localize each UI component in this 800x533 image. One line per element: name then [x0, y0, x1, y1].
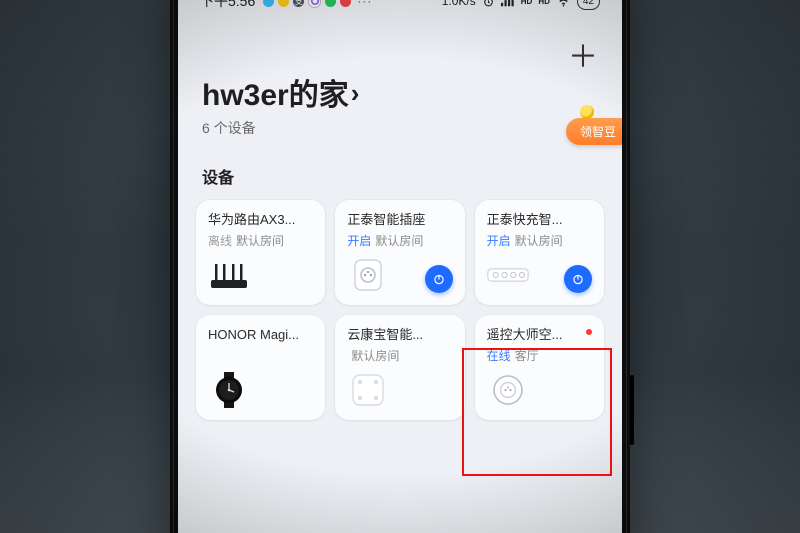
- phone-screen: 下午5:56 支 ··· 1.0K/s: [178, 0, 622, 533]
- status-tray: 支 ···: [263, 0, 372, 8]
- device-status: 默认房间: [347, 347, 452, 364]
- device-grid: 华为路由AX3...离线默认房间正泰智能插座开启默认房间正泰快充智...开启默认…: [178, 200, 622, 420]
- home-switcher[interactable]: hw3er的家 ›: [202, 79, 598, 112]
- net-rate: 1.0K/s: [442, 0, 476, 8]
- device-card[interactable]: 云康宝智能... 默认房间: [335, 315, 464, 420]
- device-status: 开启默认房间: [487, 232, 592, 249]
- chevron-right-icon: ›: [351, 79, 360, 108]
- device-name: 正泰快充智...: [487, 212, 592, 229]
- device-card[interactable]: 正泰快充智... 开启默认房间: [475, 200, 604, 305]
- device-room: 默认房间: [375, 234, 423, 248]
- device-icon-row: [208, 355, 313, 408]
- device-card[interactable]: 正泰智能插座开启默认房间: [335, 200, 464, 305]
- watch-icon: [208, 372, 250, 408]
- tray-icon: [340, 0, 351, 7]
- promo-pill[interactable]: 领智豆: [566, 118, 622, 145]
- alarm-icon: [482, 0, 495, 8]
- device-name: HONOR Magi...: [208, 327, 313, 344]
- strip-icon: [487, 257, 529, 293]
- battery-indicator: 42: [577, 0, 600, 10]
- device-icon-row: [487, 257, 592, 293]
- signal-icon: [501, 0, 515, 7]
- device-icon-row: [347, 257, 452, 293]
- tray-icon: [278, 0, 289, 7]
- promo-text: 领智豆: [580, 125, 616, 139]
- wifi-icon: [556, 0, 571, 7]
- device-card[interactable]: 华为路由AX3... 离线默认房间: [196, 200, 325, 305]
- tray-icon: [308, 0, 321, 8]
- power-button-physical: [630, 375, 634, 445]
- status-time: 下午5:56: [200, 0, 255, 11]
- device-name: 正泰智能插座: [347, 212, 452, 229]
- hd-icon: HD: [538, 0, 550, 6]
- device-state: 离线: [208, 234, 232, 248]
- router-icon: [208, 257, 250, 293]
- device-status: 离线默认房间: [208, 232, 313, 249]
- device-name: 云康宝智能...: [347, 327, 452, 344]
- device-icon-row: [487, 372, 592, 408]
- tray-more: ···: [357, 0, 372, 8]
- device-status: 开启默认房间: [347, 232, 452, 249]
- device-icon-row: [347, 372, 452, 408]
- device-state: 开启: [487, 234, 511, 248]
- device-name: 华为路由AX3...: [208, 212, 313, 229]
- device-room: 客厅: [515, 349, 539, 363]
- device-card[interactable]: 遥控大师空... 在线客厅: [475, 315, 604, 420]
- tray-icon: [263, 0, 274, 7]
- device-state: 在线: [487, 349, 511, 363]
- hd-icon: HD: [521, 0, 533, 6]
- photo-scene: 下午5:56 支 ··· 1.0K/s: [0, 0, 800, 533]
- page-header: ＋ hw3er的家 › 6 个设备: [178, 33, 622, 144]
- device-room: 默认房间: [351, 349, 399, 363]
- power-toggle[interactable]: [425, 265, 453, 293]
- device-room: 默认房间: [515, 234, 563, 248]
- home-title: hw3er的家: [202, 79, 349, 112]
- section-label: 设备: [178, 144, 622, 200]
- phone-frame: 下午5:56 支 ··· 1.0K/s: [170, 0, 630, 533]
- tray-icon: 支: [293, 0, 304, 7]
- battery-text: 42: [583, 0, 594, 7]
- device-name: 遥控大师空...: [487, 327, 592, 344]
- device-room: 默认房间: [236, 234, 284, 248]
- power-toggle[interactable]: [564, 265, 592, 293]
- device-state: 开启: [347, 234, 371, 248]
- scale-icon: [347, 372, 389, 408]
- device-count: 6 个设备: [202, 118, 598, 138]
- status-bar: 下午5:56 支 ··· 1.0K/s: [178, 0, 622, 33]
- tray-icon: [325, 0, 336, 7]
- device-card[interactable]: HONOR Magi...: [196, 315, 325, 420]
- remote-icon: [487, 372, 529, 408]
- device-status: 在线客厅: [487, 347, 592, 364]
- notification-dot: [586, 329, 592, 335]
- socket-icon: [347, 257, 389, 293]
- device-icon-row: [208, 257, 313, 293]
- add-device-button[interactable]: ＋: [568, 43, 598, 73]
